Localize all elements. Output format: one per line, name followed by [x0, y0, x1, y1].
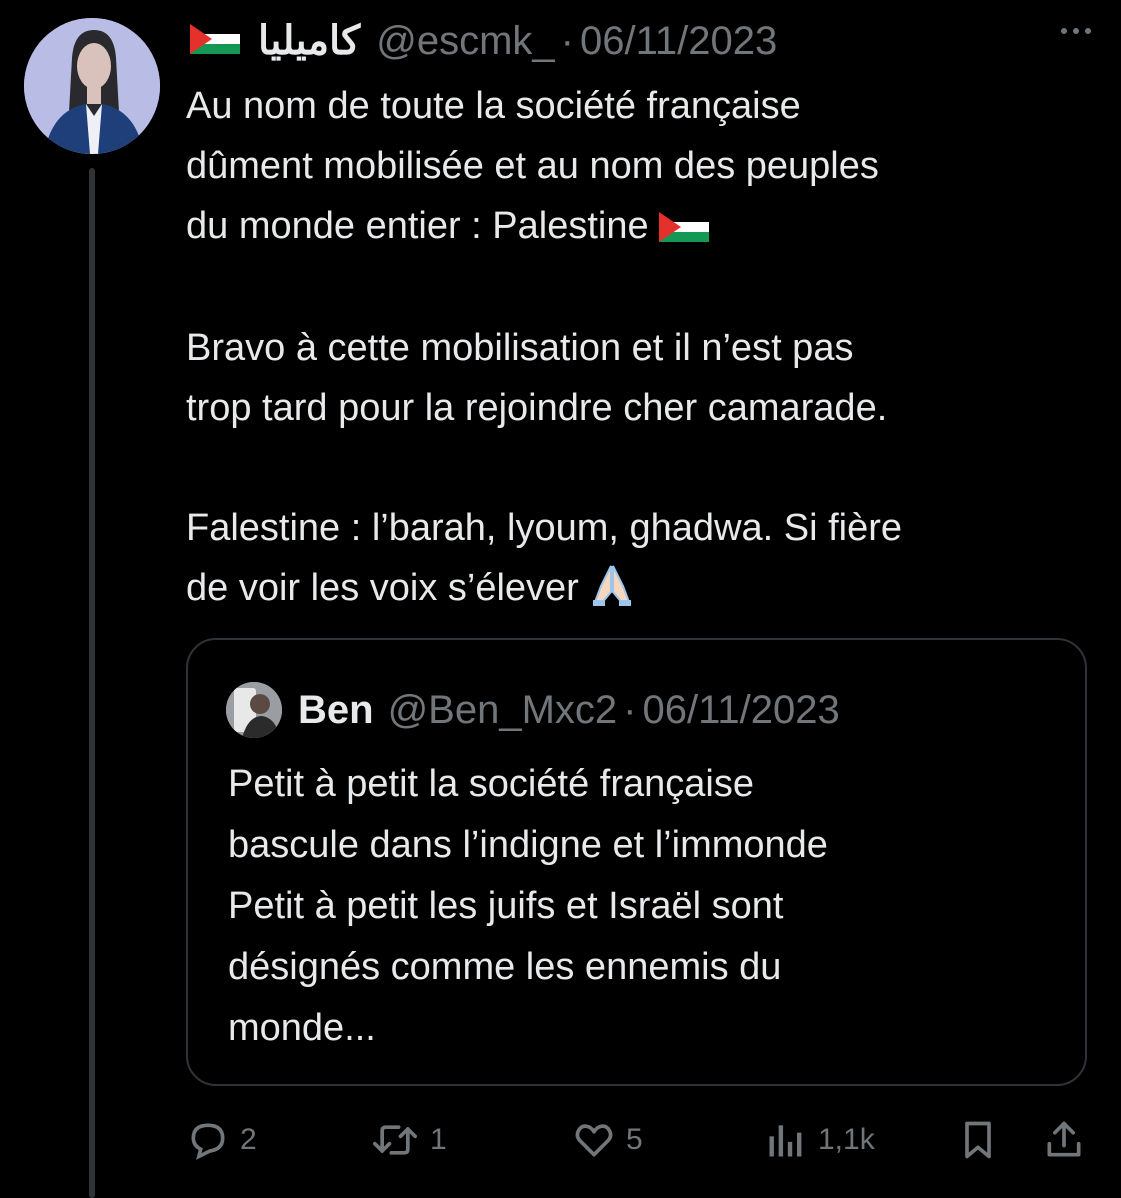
header-separator: · [560, 18, 574, 63]
bookmark-icon [956, 1118, 1000, 1162]
thread-line [89, 168, 95, 1198]
quoted-tweet-line: Petit à petit les juifs et Israël sont [228, 885, 784, 927]
palestine-flag-icon [190, 23, 240, 59]
repost-count: 1 [430, 1123, 447, 1156]
reply-button[interactable]: 2 [186, 1110, 257, 1170]
tweet-line: Au nom de toute la société française [186, 85, 801, 127]
quoted-tweet-text: Petit à petit la société française bascu… [228, 754, 1068, 1059]
tweet-date[interactable]: 06/11/2023 [580, 19, 777, 64]
quoted-tweet-line: Petit à petit la société française [228, 763, 754, 805]
folded-hands-icon [589, 565, 635, 609]
reply-count: 2 [240, 1123, 257, 1156]
quoted-tweet-card[interactable]: Ben @Ben_Mxc2 · 06/11/2023 Petit à petit… [186, 638, 1087, 1086]
heart-icon [572, 1118, 616, 1162]
bookmark-button[interactable] [956, 1110, 1000, 1170]
tweet-line: Bravo à cette mobilisation et il n’est p… [186, 326, 854, 369]
share-button[interactable] [1042, 1110, 1086, 1170]
quoted-tweet-line: monde... [228, 1007, 376, 1049]
tweet-line: Falestine : l’barah, lyoum, ghadwa. Si f… [186, 506, 903, 549]
reply-icon [186, 1118, 230, 1162]
share-icon [1042, 1118, 1086, 1162]
more-icon[interactable] [1061, 28, 1091, 34]
tweet-line: du monde entier : Palestine [186, 196, 1086, 258]
quoted-tweet-date[interactable]: 06/11/2023 [643, 688, 840, 733]
tweet-header: كاميليا @escmk_ · 06/11/2023 [190, 16, 777, 66]
quoted-author-handle[interactable]: @Ben_Mxc2 [388, 688, 618, 733]
avatar-illustration [24, 18, 160, 154]
quoted-author-avatar[interactable] [226, 682, 282, 738]
repost-button[interactable]: 1 [370, 1110, 447, 1170]
views-count: 1,1k [818, 1123, 875, 1156]
quoted-header-separator: · [623, 687, 637, 732]
tweet-line: dûment mobilisée et au nom des peuples [186, 145, 879, 187]
tweet-line: de voir les voix s’élever [186, 558, 1086, 618]
author-avatar[interactable] [24, 18, 160, 154]
tweet-text: Au nom de toute la société française dûm… [186, 76, 1086, 618]
like-count: 5 [626, 1123, 643, 1156]
action-bar: 2 1 5 1,1k [186, 1110, 1091, 1170]
palestine-flag-icon [659, 198, 710, 258]
views-button[interactable]: 1,1k [764, 1110, 875, 1170]
quoted-tweet-line: désignés comme les ennemis du [228, 946, 782, 988]
views-icon [764, 1118, 808, 1162]
quoted-tweet-header: Ben @Ben_Mxc2 · 06/11/2023 [226, 682, 840, 738]
like-button[interactable]: 5 [572, 1110, 643, 1170]
author-display-name[interactable]: كاميليا [258, 18, 360, 64]
tweet-line: trop tard pour la rejoindre cher camarad… [186, 386, 888, 429]
quoted-author-name[interactable]: Ben [298, 688, 374, 733]
quoted-tweet-line: bascule dans l’indigne et l’immonde [228, 824, 828, 866]
author-handle[interactable]: @escmk_ [376, 19, 554, 64]
repost-icon [370, 1118, 420, 1162]
